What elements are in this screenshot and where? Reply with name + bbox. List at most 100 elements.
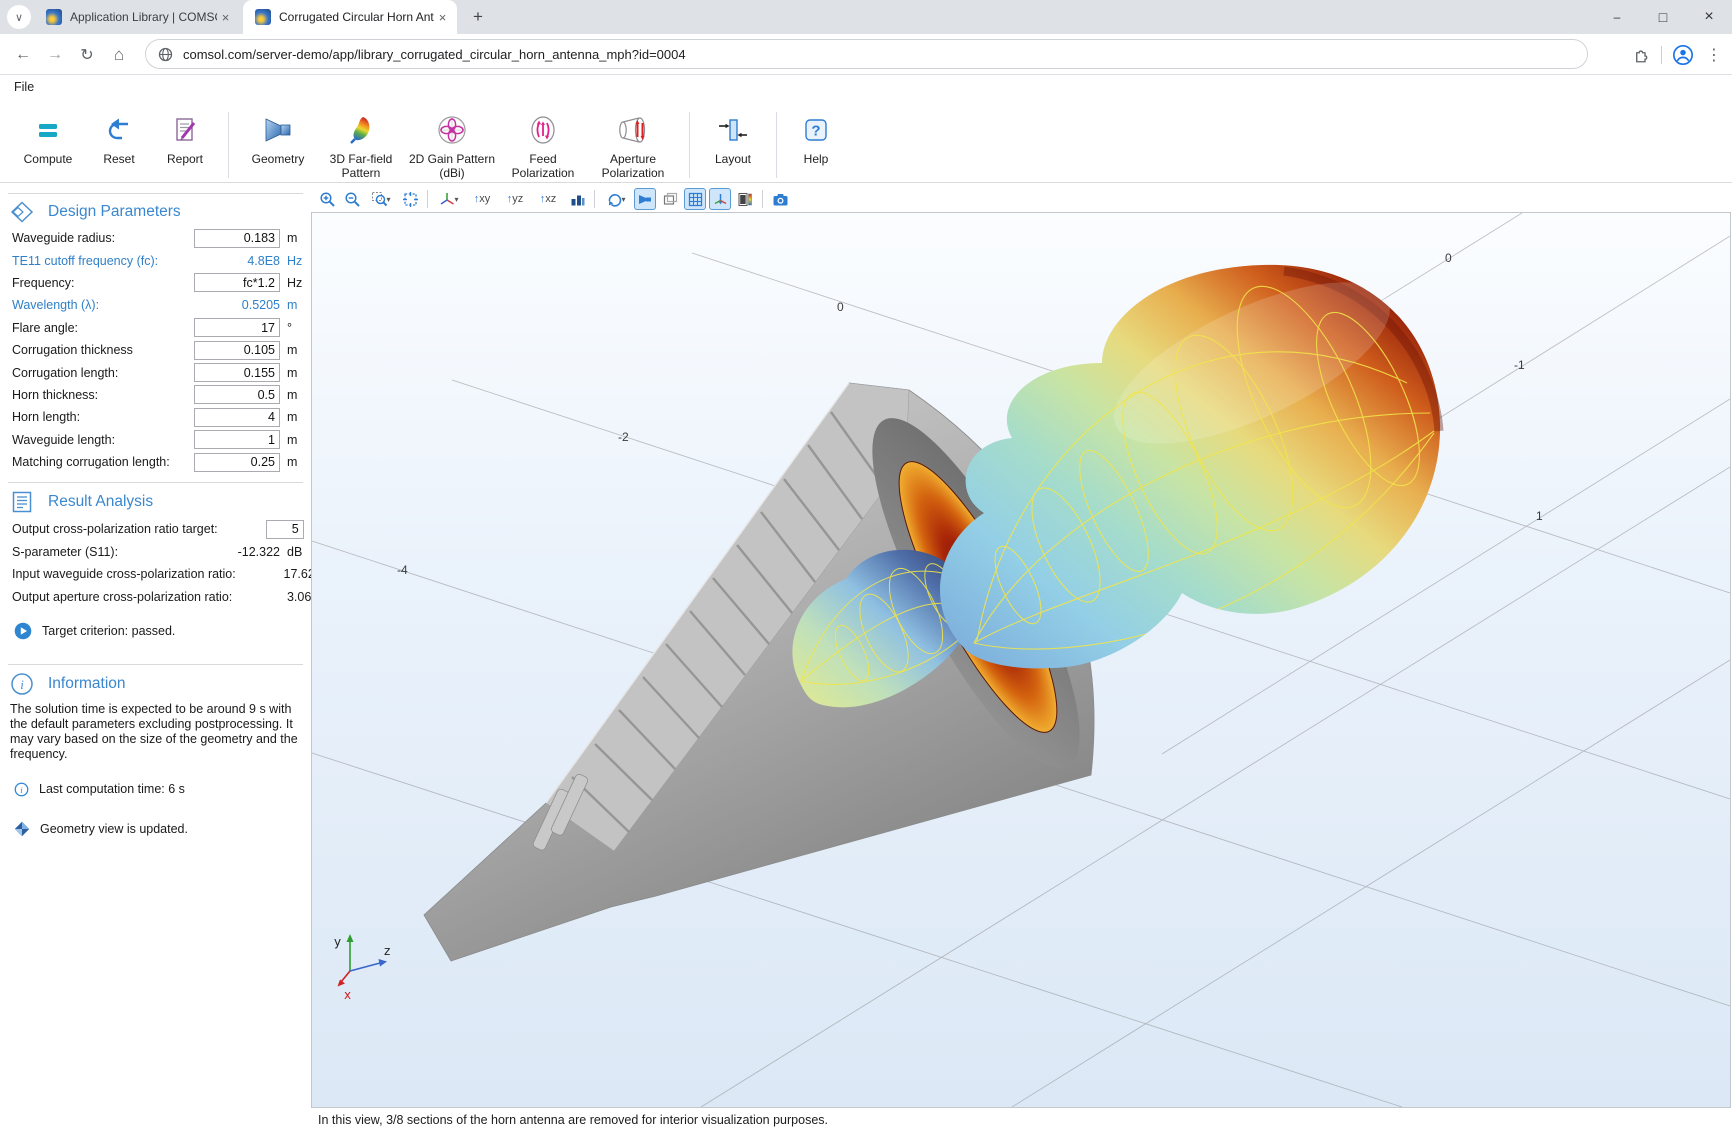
section-title: Design Parameters — [48, 203, 181, 221]
parameter-unit: m — [287, 455, 311, 469]
far-field-pattern-button[interactable]: 3D Far-field Pattern — [317, 106, 405, 180]
geometry-status-row: Geometry view is updated. — [14, 821, 311, 837]
reset-icon — [102, 110, 136, 150]
graphics-toolbar: ▾ ▾ ↑xy ↑yz ↑xz ▾ — [316, 187, 791, 211]
axes-icon — [712, 191, 729, 208]
results-icon — [10, 490, 34, 514]
layout-button[interactable]: Layout — [700, 106, 766, 167]
new-tab-button[interactable]: + — [466, 5, 490, 29]
axis-tick-label: 0 — [1445, 251, 1452, 265]
result-label: Output aperture cross-polarization ratio… — [12, 590, 232, 604]
parameter-input[interactable] — [194, 341, 280, 360]
close-tab-icon[interactable]: × — [434, 9, 451, 26]
parameter-input[interactable] — [194, 229, 280, 248]
result-label: S-parameter (S11): — [12, 545, 194, 559]
show-axes-toggle[interactable] — [709, 188, 731, 210]
parameter-label: TE11 cutoff frequency (fc): — [12, 254, 194, 268]
parameter-input[interactable] — [194, 273, 280, 292]
parameter-input[interactable] — [194, 453, 280, 472]
result-input[interactable] — [266, 520, 304, 539]
extensions-icon[interactable] — [1633, 46, 1651, 64]
parameter-row: Corrugation length: m — [0, 361, 311, 383]
parameter-row: Frequency: Hz — [0, 272, 311, 294]
parameter-input[interactable] — [194, 318, 280, 337]
address-bar[interactable]: comsol.com/server-demo/app/library_corru… — [145, 39, 1588, 69]
tab-application-library[interactable]: Application Library | COMSOL S × — [34, 0, 240, 34]
svg-text:z: z — [384, 944, 390, 958]
gain-pattern-button[interactable]: 2D Gain Pattern (dBi) — [405, 106, 499, 180]
result-row: Output aperture cross-polarization ratio… — [0, 585, 311, 607]
tab-search-chevron-icon[interactable]: ∨ — [7, 5, 31, 29]
rotate-view-icon[interactable]: ▾ — [601, 188, 631, 210]
feed-polarization-button[interactable]: Feed Polarization — [499, 106, 587, 180]
grid-icon — [687, 191, 704, 208]
view-xy-button[interactable]: ↑xy — [467, 188, 497, 210]
close-tab-icon[interactable]: × — [217, 9, 234, 26]
last-computation-text: Last computation time: 6 s — [39, 782, 185, 796]
home-button[interactable]: ⌂ — [106, 42, 132, 68]
back-button[interactable]: ← — [10, 42, 36, 68]
show-grid-toggle[interactable] — [684, 188, 706, 210]
geometry-status-icon — [14, 821, 30, 837]
profile-icon[interactable] — [1672, 44, 1694, 66]
file-menu[interactable]: File — [14, 80, 34, 94]
information-body: The solution time is expected to be arou… — [10, 702, 299, 762]
minimize-button[interactable]: – — [1594, 0, 1640, 34]
zoom-box-icon[interactable]: ▾ — [366, 188, 396, 210]
close-window-button[interactable]: × — [1686, 0, 1732, 34]
maximize-button[interactable]: □ — [1640, 0, 1686, 34]
geometry-button[interactable]: Geometry — [239, 106, 317, 167]
parameter-row: Matching corrugation length: m — [0, 451, 311, 473]
help-button[interactable]: ? Help — [787, 106, 845, 167]
svg-text:i: i — [20, 677, 24, 692]
view-yz-button[interactable]: ↑yz — [500, 188, 530, 210]
snapshot-camera-icon[interactable] — [769, 188, 791, 210]
parameter-unit: Hz — [287, 254, 311, 268]
view-projection-icon[interactable] — [566, 188, 588, 210]
aperture-polarization-button[interactable]: Aperture Polarization — [587, 106, 679, 180]
zoom-extents-icon[interactable] — [399, 188, 421, 210]
reset-button[interactable]: Reset — [86, 106, 152, 167]
color-legend-toggle[interactable] — [734, 188, 756, 210]
axis-tick-label: -4 — [397, 563, 408, 577]
show-geometry-toggle[interactable] — [634, 188, 656, 210]
axis-tick-label: -2 — [618, 430, 629, 444]
compute-button[interactable]: Compute — [10, 106, 86, 167]
comsol-favicon — [46, 9, 62, 25]
tab-title: Application Library | COMSOL S — [70, 10, 217, 24]
information-header: i Information — [10, 672, 311, 696]
parameter-input[interactable] — [194, 408, 280, 427]
tab-corrugated-horn[interactable]: Corrugated Circular Horn Anten × — [243, 0, 457, 34]
section-title: Result Analysis — [48, 493, 153, 511]
parameter-label: Horn length: — [12, 410, 194, 424]
browser-menu-icon[interactable]: ⋮ — [1704, 42, 1724, 68]
svg-text:y: y — [334, 935, 341, 949]
parameter-unit: ° — [287, 321, 311, 335]
zoom-out-icon[interactable] — [341, 188, 363, 210]
parameter-unit: m — [287, 433, 311, 447]
parameter-label: Corrugation thickness — [12, 343, 194, 357]
axis-tick-label: 1 — [1536, 509, 1543, 523]
transparency-toggle[interactable] — [659, 188, 681, 210]
svg-text:i: i — [20, 785, 23, 795]
forward-button[interactable]: → — [42, 42, 68, 68]
parameter-unit: m — [287, 298, 311, 312]
parameter-value: 0.5205 — [242, 298, 280, 312]
browser-window: ∨ Application Library | COMSOL S × Corru… — [0, 0, 1732, 1145]
view-xz-button[interactable]: ↑xz — [533, 188, 563, 210]
parameter-input[interactable] — [194, 363, 280, 382]
toolbar-separator — [427, 190, 428, 208]
zoom-in-icon[interactable] — [316, 188, 338, 210]
parameter-input[interactable] — [194, 430, 280, 449]
parameter-label: Matching corrugation length: — [12, 455, 194, 469]
information-icon: i — [10, 672, 34, 696]
reload-button[interactable]: ↻ — [74, 42, 100, 68]
report-button[interactable]: Report — [152, 106, 218, 167]
toolbar-separator — [594, 190, 595, 208]
horn-icon — [637, 191, 654, 208]
view-orientation-icon[interactable]: ▾ — [434, 188, 464, 210]
parameter-label: Waveguide length: — [12, 433, 194, 447]
far-field-pattern-icon — [344, 110, 378, 150]
parameter-input[interactable] — [194, 385, 280, 404]
graphics-canvas[interactable]: y z x — [312, 213, 1730, 1107]
